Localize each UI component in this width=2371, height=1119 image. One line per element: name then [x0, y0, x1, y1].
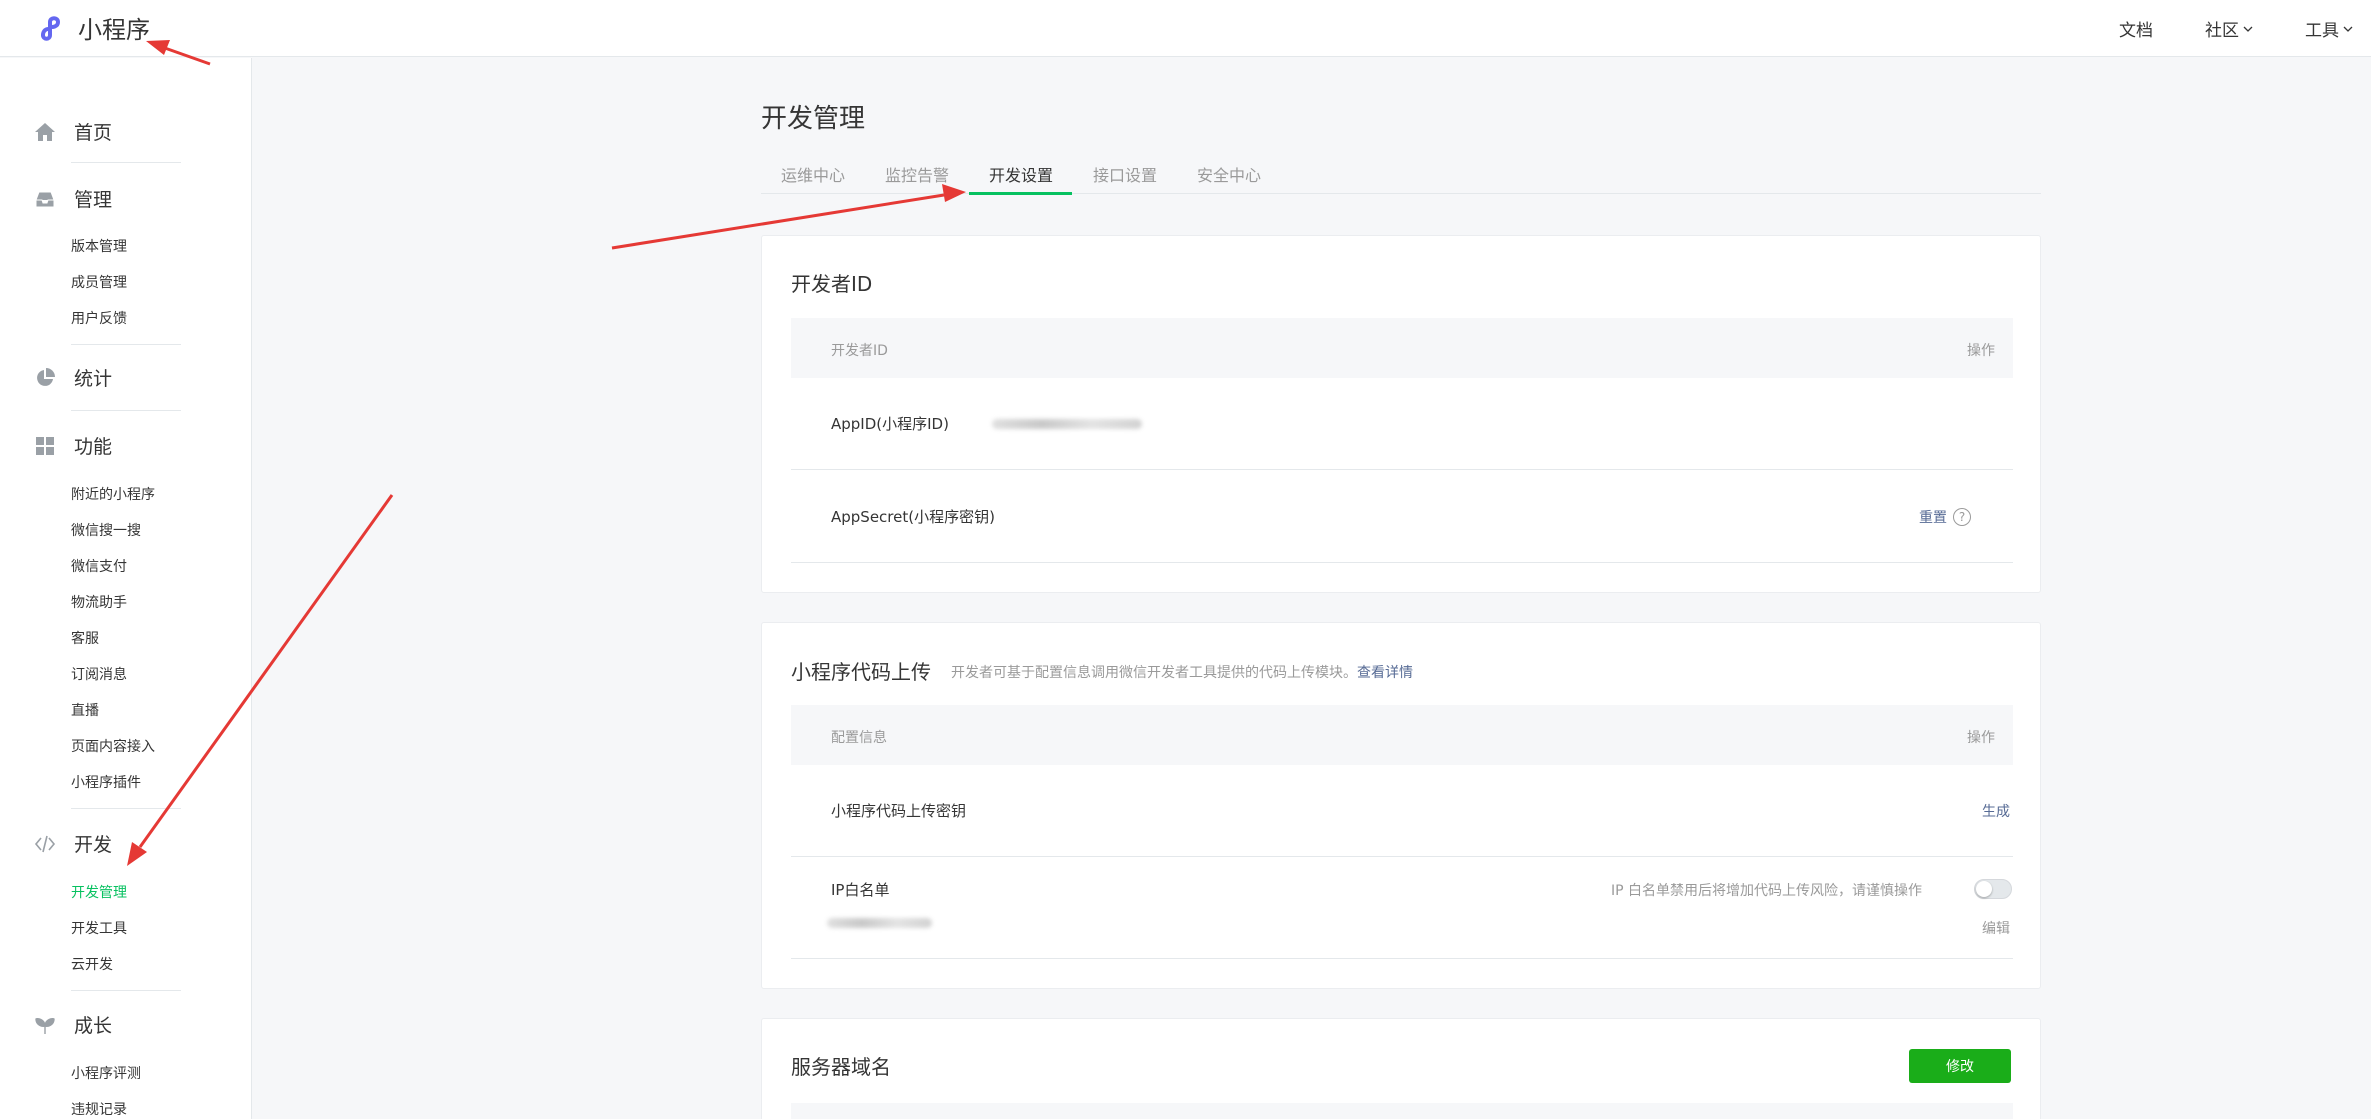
ip-whitelist-label: IP白名单 [831, 881, 890, 899]
tab-security-center[interactable]: 安全中心 [1197, 162, 1261, 186]
pie-chart-icon [37, 367, 55, 386]
divider [791, 562, 2013, 563]
sidebar-item-wechat-search[interactable]: 微信搜一搜 [71, 520, 141, 540]
tab-dev-settings[interactable]: 开发设置 [989, 162, 1053, 186]
app-title: 小程序 [78, 16, 150, 44]
developer-id-card: 开发者ID 开发者ID 操作 AppID(小程序ID) AppSecret(小程… [761, 235, 2041, 593]
sidebar-item-growth[interactable]: 成长 [34, 1011, 112, 1038]
generate-key-link[interactable]: 生成 [1982, 801, 2010, 821]
chevron-down-icon [2243, 26, 2253, 32]
divider [71, 162, 181, 163]
sidebar-item-user-feedback[interactable]: 用户反馈 [71, 308, 127, 328]
table-header: 开发者ID 操作 [791, 318, 2013, 378]
logo[interactable]: 小程序 [34, 10, 150, 45]
sidebar-item-label: 开发 [74, 834, 113, 856]
code-upload-card: 小程序代码上传 开发者可基于配置信息调用微信开发者工具提供的代码上传模块。查看详… [761, 622, 2041, 989]
sidebar-item-label: 首页 [74, 122, 113, 144]
top-nav-community-label: 社区 [2205, 21, 2239, 41]
sidebar-item-page-content[interactable]: 页面内容接入 [71, 736, 155, 756]
card-title: 服务器域名 [791, 1055, 891, 1079]
home-icon [35, 122, 55, 141]
sidebar-item-dev-tools[interactable]: 开发工具 [71, 918, 127, 938]
divider [71, 990, 181, 991]
upload-key-label: 小程序代码上传密钥 [831, 802, 967, 820]
sidebar-item-evaluation[interactable]: 小程序评测 [71, 1063, 141, 1083]
miniprogram-logo-icon [41, 15, 61, 41]
card-description-text: 开发者可基于配置信息调用微信开发者工具提供的代码上传模块。 [951, 665, 1357, 681]
modify-domain-button[interactable]: 修改 [1909, 1049, 2011, 1083]
ip-value-redacted [827, 918, 932, 928]
reset-secret-link[interactable]: 重置 [1919, 507, 1947, 527]
table-header: 配置信息 操作 [791, 705, 2013, 765]
sidebar-item-customer-service[interactable]: 客服 [71, 628, 99, 648]
divider [71, 410, 181, 411]
column-header: 操作 [1967, 730, 1995, 746]
divider [791, 469, 2013, 470]
sidebar: 首页 管理 版本管理 成员管理 用户反馈 统计 功能 附近的小程序 微信搜一搜 … [0, 58, 252, 1119]
code-icon [34, 835, 56, 852]
divider [791, 958, 2013, 959]
top-nav-tools-label: 工具 [2305, 21, 2339, 41]
divider [71, 344, 181, 345]
tab-bar: 运维中心 监控告警 开发设置 接口设置 安全中心 [761, 152, 2041, 194]
sidebar-item-home[interactable]: 首页 [34, 118, 112, 145]
toggle-knob [1976, 881, 1992, 897]
sidebar-item-label: 管理 [74, 189, 113, 211]
sidebar-item-subscribe-message[interactable]: 订阅消息 [71, 664, 127, 684]
top-nav-docs[interactable]: 文档 [2119, 16, 2153, 41]
table-header [791, 1103, 2013, 1119]
sidebar-item-member-manage[interactable]: 成员管理 [71, 272, 127, 292]
sidebar-item-nearby-miniprogram[interactable]: 附近的小程序 [71, 484, 155, 504]
top-bar: 小程序 文档 社区 工具 [0, 0, 2371, 57]
sidebar-item-label: 功能 [74, 436, 113, 458]
card-title: 开发者ID [791, 272, 873, 296]
divider [791, 856, 2013, 857]
tab-ops-center[interactable]: 运维中心 [781, 162, 845, 186]
sidebar-item-plugin[interactable]: 小程序插件 [71, 772, 141, 792]
card-description: 开发者可基于配置信息调用微信开发者工具提供的代码上传模块。查看详情 [951, 662, 1413, 682]
server-domain-card: 服务器域名 修改 [761, 1018, 2041, 1119]
divider [71, 808, 181, 809]
tab-monitoring[interactable]: 监控告警 [885, 162, 949, 186]
column-header: 操作 [1967, 343, 1995, 359]
edit-ip-link[interactable]: 编辑 [1982, 918, 2010, 938]
view-details-link[interactable]: 查看详情 [1357, 665, 1413, 681]
sprout-icon [35, 1017, 55, 1034]
top-nav-tools[interactable]: 工具 [2305, 16, 2353, 41]
sidebar-item-wechat-pay[interactable]: 微信支付 [71, 556, 127, 576]
sidebar-item-label: 成长 [74, 1015, 113, 1037]
sidebar-item-features[interactable]: 功能 [34, 432, 112, 459]
sidebar-item-live[interactable]: 直播 [71, 700, 99, 720]
sidebar-item-stats[interactable]: 统计 [34, 364, 112, 391]
appid-label: AppID(小程序ID) [831, 415, 949, 433]
tab-api-settings[interactable]: 接口设置 [1093, 162, 1157, 186]
appid-value-redacted [992, 419, 1142, 429]
card-title: 小程序代码上传 [791, 660, 931, 684]
top-nav-community[interactable]: 社区 [2205, 16, 2253, 41]
ip-whitelist-warning: IP 白名单禁用后将增加代码上传风险，请谨慎操作 [1610, 883, 1922, 899]
page-title: 开发管理 [761, 104, 866, 134]
top-nav-docs-label: 文档 [2119, 21, 2153, 41]
column-header: 开发者ID [831, 343, 888, 359]
appsecret-label: AppSecret(小程序密钥) [831, 508, 995, 526]
column-header: 配置信息 [831, 730, 887, 746]
sidebar-item-label: 统计 [74, 368, 113, 390]
top-nav: 文档 社区 工具 [2119, 0, 2353, 57]
inbox-icon [35, 191, 55, 207]
sidebar-item-cloud-dev[interactable]: 云开发 [71, 954, 113, 974]
ip-whitelist-toggle[interactable] [1974, 879, 2012, 899]
sidebar-item-manage[interactable]: 管理 [34, 185, 112, 212]
active-tab-indicator [969, 192, 1072, 195]
chevron-down-icon [2343, 26, 2353, 32]
sidebar-item-logistics[interactable]: 物流助手 [71, 592, 127, 612]
sidebar-item-dev-manage[interactable]: 开发管理 [71, 882, 127, 902]
sidebar-item-dev[interactable]: 开发 [34, 830, 112, 857]
sidebar-item-violations[interactable]: 违规记录 [71, 1099, 127, 1119]
sidebar-item-version-manage[interactable]: 版本管理 [71, 236, 127, 256]
help-icon[interactable]: ? [1953, 508, 1971, 526]
grid-icon [36, 436, 54, 455]
